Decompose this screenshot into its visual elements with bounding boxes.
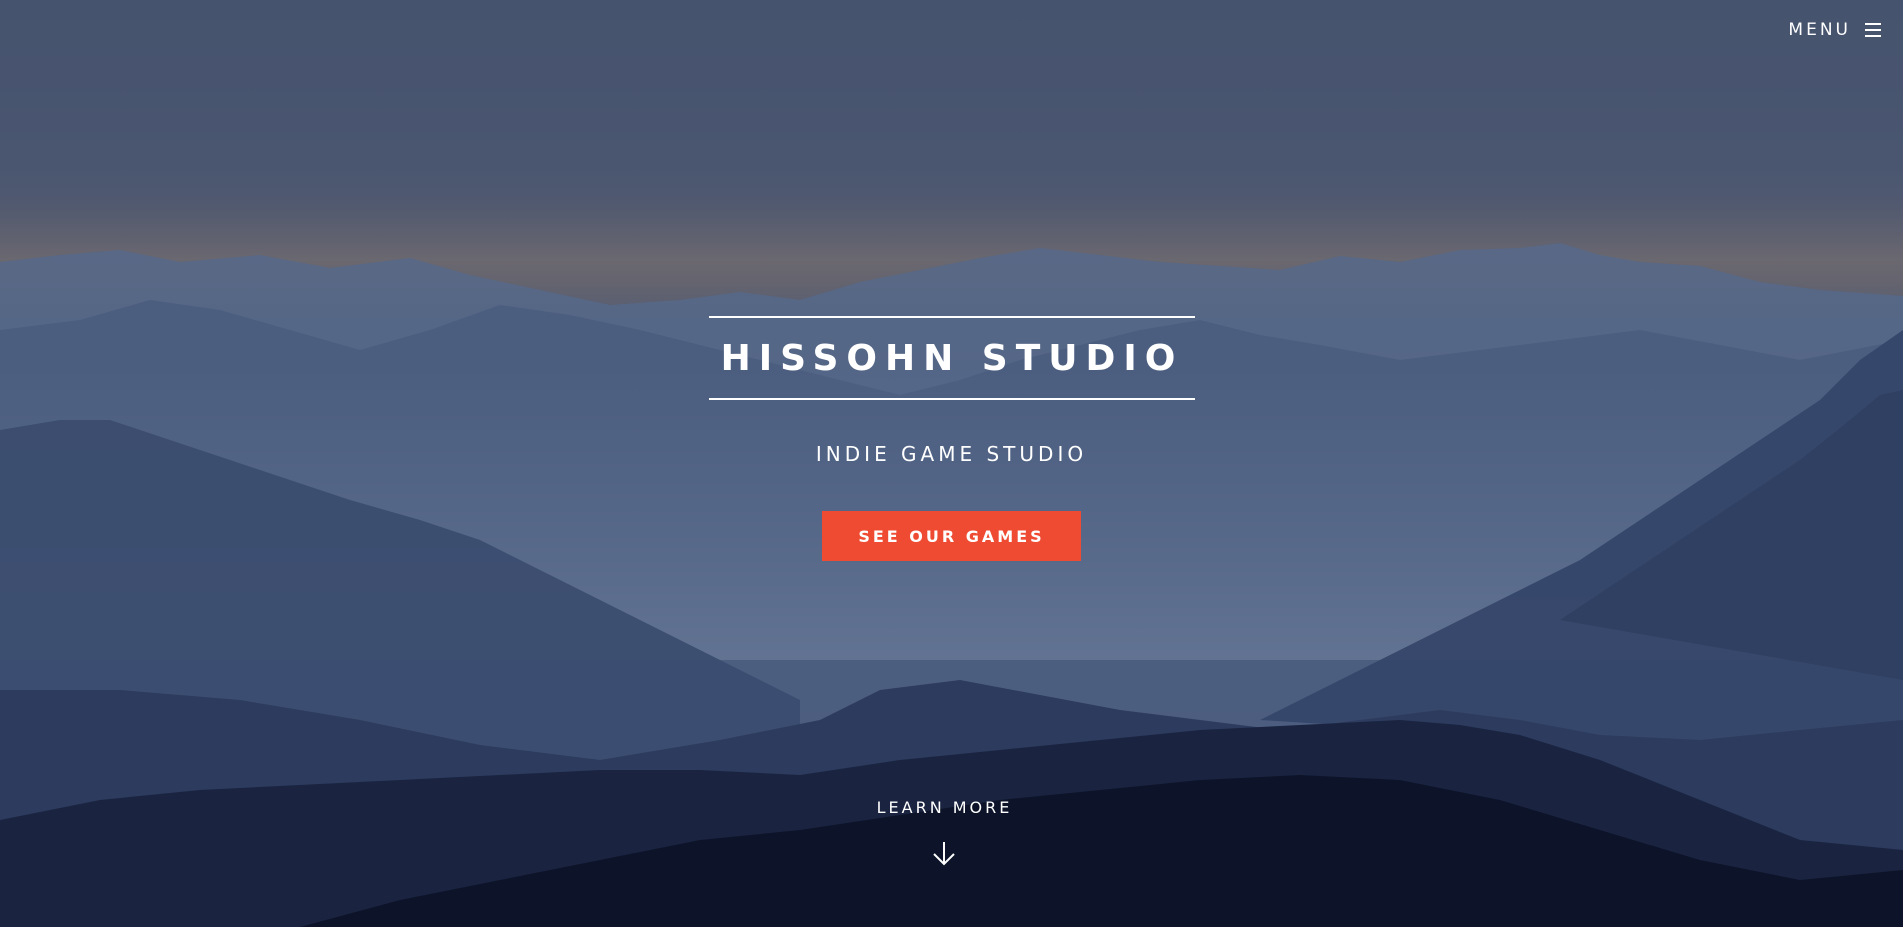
hero-content: HISSOHN STUDIO INDIE GAME STUDIO SEE OUR… [0, 0, 1903, 927]
see-our-games-button[interactable]: SEE OUR GAMES [822, 511, 1081, 561]
arrow-down-icon[interactable] [929, 838, 959, 868]
title-frame: HISSOHN STUDIO [709, 316, 1195, 400]
site-subtitle: INDIE GAME STUDIO [815, 442, 1088, 466]
learn-more-link[interactable]: LEARN MORE [0, 798, 1889, 817]
hero-section: MENU HISSOHN STUDIO INDIE GAME STUDIO SE… [0, 0, 1903, 927]
site-title: HISSOHN STUDIO [720, 337, 1184, 379]
